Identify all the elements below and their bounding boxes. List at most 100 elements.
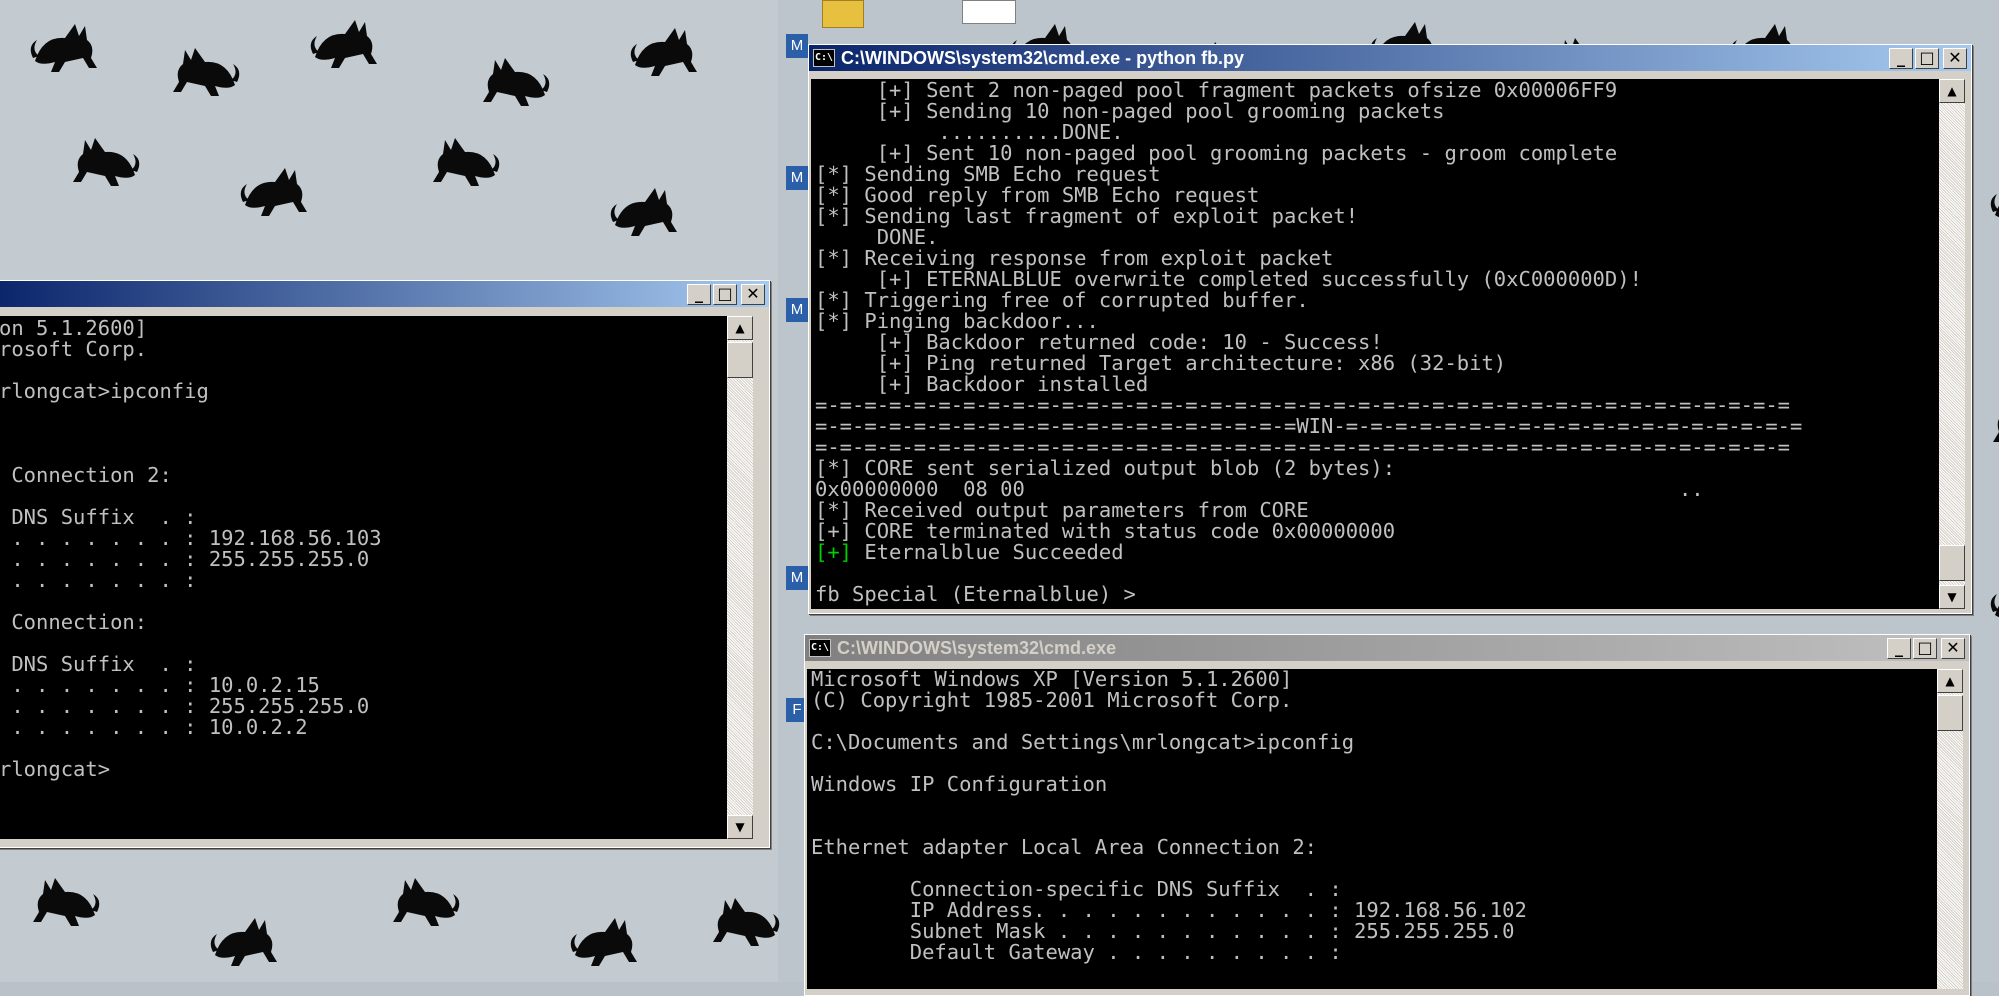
close-button[interactable]: ✕ xyxy=(1943,47,1967,69)
fb-window-title: C:\WINDOWS\system32\cmd.exe - python fb.… xyxy=(841,47,1245,68)
console-line: fb Special (Eternalblue) > xyxy=(815,582,1136,606)
console-line: Connection-specific DNS Suffix . : xyxy=(811,877,1342,901)
console-line: Windows IP Configuration xyxy=(811,772,1108,796)
console-line: [+] Sent 2 non-paged pool fragment packe… xyxy=(815,79,1618,102)
minimize-button[interactable]: _ xyxy=(1887,637,1911,659)
console-line: [*] Sending last fragment of exploit pac… xyxy=(815,204,1359,228)
scroll-down-button[interactable]: ▼ xyxy=(1939,585,1965,609)
left-console-output[interactable]: on 5.1.2600] rosoft Corp. rlongcat>ipconfi… xyxy=(0,316,727,839)
cat-silhouette xyxy=(230,150,320,220)
console-line: =-=-=-=-=-=-=-=-=-=-=-=-=-=-=-=-=-=-=-=W… xyxy=(815,414,1803,438)
console-line: C:\Documents and Settings\mrlongcat>ipco… xyxy=(811,730,1355,754)
cat-silhouette xyxy=(20,860,110,930)
console-line: 0x00000000 08 00 .. xyxy=(815,477,1704,501)
console-line: Connection: xyxy=(0,610,148,634)
fb-cmd-window[interactable]: C:\ C:\WINDOWS\system32\cmd.exe - python… xyxy=(808,44,1972,614)
fb-window-titlebar[interactable]: C:\ C:\WINDOWS\system32\cmd.exe - python… xyxy=(809,45,1971,71)
desktop-shortcut-icon[interactable]: M xyxy=(786,166,808,190)
console-line: . . . . . . . : 192.168.56.103 xyxy=(0,526,382,550)
scroll-up-button[interactable]: ▲ xyxy=(727,316,753,340)
desktop-shortcut-label: M xyxy=(790,301,804,318)
folder-icon[interactable] xyxy=(822,0,864,28)
cat-silhouette xyxy=(300,2,390,72)
maximize-button[interactable]: □ xyxy=(1915,47,1939,69)
console-line: DONE. xyxy=(815,225,939,249)
console-line: [*] CORE sent serialized output blob (2 … xyxy=(815,456,1396,480)
console-line: Connection 2: xyxy=(0,463,172,487)
console-line: on 5.1.2600] xyxy=(0,316,148,340)
minimize-button[interactable]: _ xyxy=(687,283,711,305)
cmd-console-output[interactable]: Microsoft Windows XP [Version 5.1.2600](… xyxy=(807,669,1937,989)
console-line: [*] Receiving response from exploit pack… xyxy=(815,246,1334,270)
cmd-icon: C:\ xyxy=(813,49,835,67)
console-line: . . . . . . . : 255.255.255.0 xyxy=(0,694,370,718)
desktop-shortcut-label: M xyxy=(790,169,804,186)
console-line: [+] Eternalblue Succeeded xyxy=(815,542,1935,563)
console-line: Microsoft Windows XP [Version 5.1.2600] xyxy=(811,669,1293,691)
scroll-thumb[interactable] xyxy=(1937,695,1963,731)
console-line: [+] Ping returned Target architecture: x… xyxy=(815,351,1507,375)
console-line: [+] CORE terminated with status code 0x0… xyxy=(815,519,1396,543)
cat-silhouette xyxy=(620,10,710,80)
minimize-button[interactable]: _ xyxy=(1889,47,1913,69)
console-line: DNS Suffix . : xyxy=(0,652,197,676)
console-line: [*] Pinging backdoor... xyxy=(815,309,1099,333)
cat-silhouette xyxy=(560,900,650,970)
close-button[interactable]: ✕ xyxy=(741,283,765,305)
cat-silhouette xyxy=(200,900,290,970)
cat-silhouette xyxy=(20,6,110,76)
desktop-shortcut-label: M xyxy=(790,37,804,54)
cat-silhouette xyxy=(700,880,790,950)
close-button[interactable]: ✕ xyxy=(1941,637,1965,659)
console-line: [*] Sending SMB Echo request xyxy=(815,162,1161,186)
document-icon[interactable] xyxy=(962,0,1016,24)
desktop-shortcut-label: F xyxy=(792,701,802,718)
console-line: [+] Sent 10 non-paged pool grooming pack… xyxy=(815,141,1618,165)
cmd-scrollbar[interactable]: ▲ xyxy=(1937,669,1963,989)
maximize-button[interactable]: □ xyxy=(713,283,737,305)
fb-scrollbar[interactable]: ▲ ▼ xyxy=(1939,79,1965,609)
console-line: . . . . . . . : 255.255.255.0 xyxy=(0,547,370,571)
cmd-window[interactable]: C:\ C:\WINDOWS\system32\cmd.exe _ □ ✕ Mi… xyxy=(804,634,1970,996)
console-line: Ethernet adapter Local Area Connection 2… xyxy=(811,835,1318,859)
console-line: (C) Copyright 1985-2001 Microsoft Corp. xyxy=(811,688,1293,712)
scroll-thumb[interactable] xyxy=(727,342,753,378)
left-cmd-window[interactable]: _ □ ✕ on 5.1.2600] rosoft Corp. rlongcat>i… xyxy=(0,280,770,848)
left-window-titlebar[interactable]: _ □ ✕ xyxy=(0,281,769,307)
cat-silhouette xyxy=(1980,160,1999,230)
cat-silhouette xyxy=(380,860,470,930)
maximize-button[interactable]: □ xyxy=(1913,637,1937,659)
console-line: rosoft Corp. xyxy=(0,337,148,361)
console-line: . . . . . . . : 10.0.2.2 xyxy=(0,715,308,739)
desktop-shortcut-icon[interactable]: M xyxy=(786,298,808,322)
scroll-up-button[interactable]: ▲ xyxy=(1939,79,1965,103)
console-line: . . . . . . . : xyxy=(0,568,197,592)
console-line: DNS Suffix . : xyxy=(0,505,197,529)
desktop-shortcut-icon[interactable]: M xyxy=(786,34,808,58)
console-line: [+] Sending 10 non-paged pool grooming p… xyxy=(815,99,1445,123)
scroll-down-button[interactable]: ▼ xyxy=(727,815,753,839)
console-line: =-=-=-=-=-=-=-=-=-=-=-=-=-=-=-=-=-=-=-=-… xyxy=(815,435,1791,459)
desktop-shortcut-icon[interactable]: M xyxy=(786,566,808,590)
scroll-up-button[interactable]: ▲ xyxy=(1937,669,1963,693)
cmd-window-titlebar[interactable]: C:\ C:\WINDOWS\system32\cmd.exe _ □ ✕ xyxy=(805,635,1969,661)
scroll-thumb[interactable] xyxy=(1939,545,1965,581)
cat-silhouette xyxy=(470,40,560,110)
left-scrollbar[interactable]: ▲ ▼ xyxy=(727,316,753,839)
console-line: IP Address. . . . . . . . . . . . : 192.… xyxy=(811,898,1527,922)
console-line: [+] Backdoor returned code: 10 - Success… xyxy=(815,330,1383,354)
fb-console-output[interactable]: [+] Sent 2 non-paged pool fragment packe… xyxy=(811,79,1939,609)
cat-silhouette xyxy=(420,120,510,190)
console-line: ..........DONE. xyxy=(815,120,1124,144)
success-marker: [+] xyxy=(815,540,853,564)
